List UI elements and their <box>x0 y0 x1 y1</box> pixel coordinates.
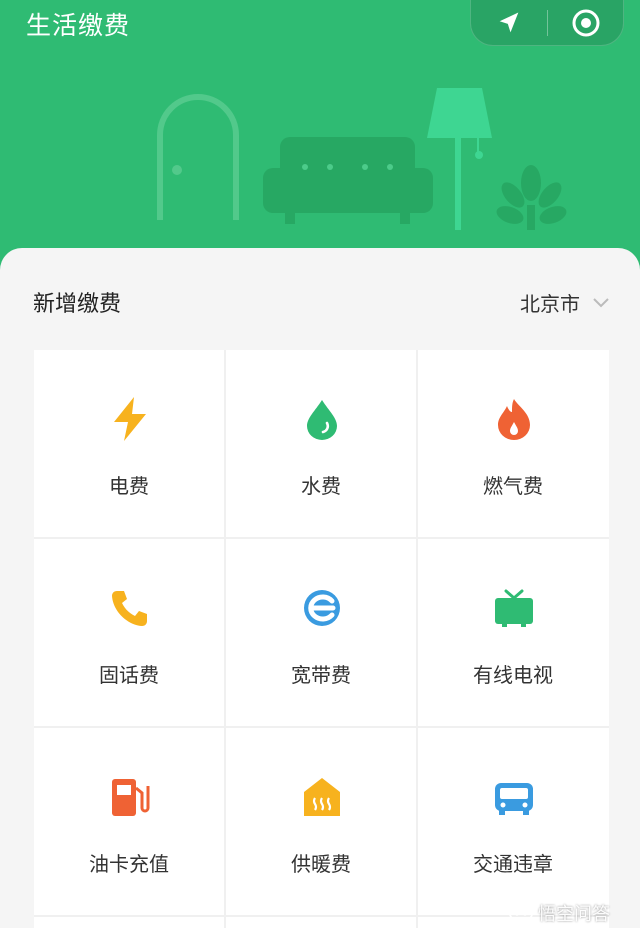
service-fuel-card[interactable]: 油卡充值 <box>34 728 224 915</box>
flame-icon <box>491 396 537 442</box>
wukong-icon <box>509 906 533 922</box>
service-landline[interactable]: 固话费 <box>34 539 224 726</box>
phone-icon <box>107 585 153 631</box>
service-broadband[interactable]: 宽带费 <box>226 539 416 726</box>
location-button[interactable] <box>471 0 547 46</box>
target-icon <box>572 9 600 37</box>
lightning-icon <box>107 396 153 442</box>
water-drop-icon <box>299 396 345 442</box>
header: 生活缴费 <box>0 0 640 270</box>
page-title: 生活缴费 <box>26 11 131 40</box>
broadband-e-icon <box>299 585 345 631</box>
service-label: 油卡充值 <box>89 852 169 876</box>
service-label: 固话费 <box>99 663 159 687</box>
chevron-down-icon <box>593 297 609 307</box>
service-gas[interactable]: 燃气费 <box>418 350 608 537</box>
city-selector[interactable]: 北京市 <box>520 288 610 317</box>
service-label: 水费 <box>301 474 341 498</box>
location-arrow-icon <box>499 12 519 33</box>
service-heating[interactable]: 供暖费 <box>226 728 416 915</box>
tv-icon <box>491 585 537 631</box>
payment-sheet: 新增缴费 北京市 电费 水费 燃气费 固话费 宽带费 有线电视 油卡充值 供暖费… <box>0 248 640 928</box>
service-cable-tv[interactable]: 有线电视 <box>418 539 608 726</box>
service-label: 交通违章 <box>473 852 553 876</box>
watermark-text: 悟空问答 <box>538 904 610 925</box>
grid-divider <box>416 350 418 928</box>
watermark: 悟空问答 <box>508 900 610 926</box>
car-icon <box>491 774 537 820</box>
city-label: 北京市 <box>520 292 580 316</box>
mini-program-capsule <box>470 0 624 46</box>
service-electricity[interactable]: 电费 <box>34 350 224 537</box>
service-label: 宽带费 <box>291 663 351 687</box>
target-button[interactable] <box>548 0 624 46</box>
service-label: 有线电视 <box>473 663 553 687</box>
grid-divider <box>34 726 609 728</box>
service-traffic-violation[interactable]: 交通违章 <box>418 728 608 915</box>
grid-divider <box>224 350 226 928</box>
service-grid: 电费 水费 燃气费 固话费 宽带费 有线电视 油卡充值 供暖费 交通违章 <box>34 350 609 928</box>
section-title: 新增缴费 <box>33 292 122 317</box>
grid-divider <box>34 537 609 539</box>
service-label: 燃气费 <box>483 474 543 498</box>
service-water[interactable]: 水费 <box>226 350 416 537</box>
service-label: 电费 <box>109 474 149 498</box>
heating-house-icon <box>299 774 345 820</box>
service-label: 供暖费 <box>291 852 351 876</box>
fuel-pump-icon <box>107 774 153 820</box>
